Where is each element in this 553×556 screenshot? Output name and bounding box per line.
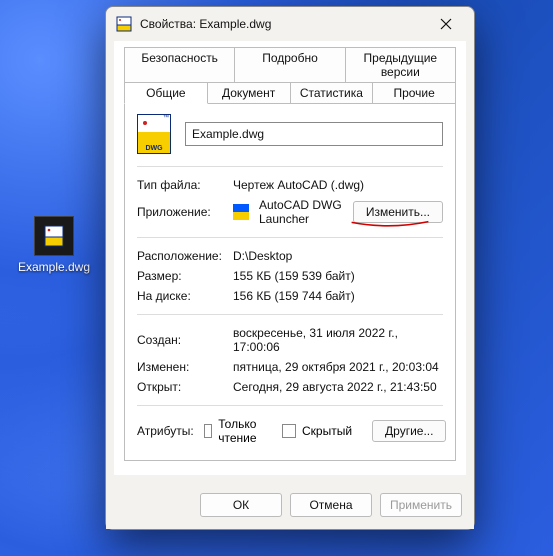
dialog-button-bar: ОК Отмена Применить (106, 483, 474, 529)
launcher-icon (233, 204, 249, 220)
window-title: Свойства: Example.dwg (140, 17, 418, 31)
window-icon (116, 16, 132, 32)
ok-button[interactable]: ОК (200, 493, 282, 517)
desktop-file-icon[interactable]: Example.dwg (16, 216, 92, 274)
size-on-disk-label: На диске: (137, 289, 223, 303)
readonly-label: Только чтение (218, 417, 262, 445)
accessed-value: Сегодня, 29 августа 2022 г., 21:43:50 (233, 380, 443, 394)
tab-other[interactable]: Прочие (373, 82, 456, 104)
close-icon (440, 18, 452, 30)
divider (137, 237, 443, 238)
hidden-label: Скрытый (302, 424, 352, 438)
readonly-checkbox[interactable] (204, 424, 213, 438)
tab-document[interactable]: Документ (208, 82, 291, 104)
tab-statistics[interactable]: Статистика (291, 82, 374, 104)
dwg-file-icon (34, 216, 74, 256)
file-type-icon: ™ DWG (137, 114, 171, 154)
apply-button[interactable]: Применить (380, 493, 462, 517)
divider (137, 314, 443, 315)
general-panel: ™ DWG Тип файла: Чертеж AutoCAD (.dwg) П… (124, 103, 456, 461)
app-label: Приложение: (137, 205, 223, 219)
size-label: Размер: (137, 269, 223, 283)
app-value: AutoCAD DWG Launcher (259, 198, 343, 226)
cancel-button[interactable]: Отмена (290, 493, 372, 517)
annotation-underline (350, 220, 430, 228)
properties-dialog: Свойства: Example.dwg Безопасность Подро… (105, 6, 475, 530)
created-label: Создан: (137, 333, 223, 347)
tabs: Безопасность Подробно Предыдущие версии … (124, 47, 456, 104)
change-app-button[interactable]: Изменить... (353, 201, 443, 223)
desktop-file-label: Example.dwg (16, 260, 92, 274)
location-value: D:\Desktop (233, 249, 443, 263)
tab-general[interactable]: Общие (124, 82, 208, 104)
modified-label: Изменен: (137, 360, 223, 374)
tab-details[interactable]: Подробно (235, 47, 345, 82)
filetype-label: Тип файла: (137, 178, 223, 192)
size-value: 155 КБ (159 539 байт) (233, 269, 443, 283)
filename-input[interactable] (185, 122, 443, 146)
divider (137, 166, 443, 167)
titlebar[interactable]: Свойства: Example.dwg (106, 7, 474, 41)
filetype-value: Чертеж AutoCAD (.dwg) (233, 178, 443, 192)
attributes-label: Атрибуты: (137, 424, 194, 438)
hidden-checkbox[interactable] (282, 424, 296, 438)
tab-previous-versions[interactable]: Предыдущие версии (346, 47, 456, 82)
dialog-body: Безопасность Подробно Предыдущие версии … (114, 41, 466, 475)
size-on-disk-value: 156 КБ (159 744 байт) (233, 289, 443, 303)
divider (137, 405, 443, 406)
close-button[interactable] (426, 10, 466, 38)
other-attributes-button[interactable]: Другие... (372, 420, 446, 442)
accessed-label: Открыт: (137, 380, 223, 394)
created-value: воскресенье, 31 июля 2022 г., 17:00:06 (233, 326, 443, 354)
modified-value: пятница, 29 октября 2021 г., 20:03:04 (233, 360, 443, 374)
tab-security[interactable]: Безопасность (124, 47, 235, 82)
location-label: Расположение: (137, 249, 223, 263)
